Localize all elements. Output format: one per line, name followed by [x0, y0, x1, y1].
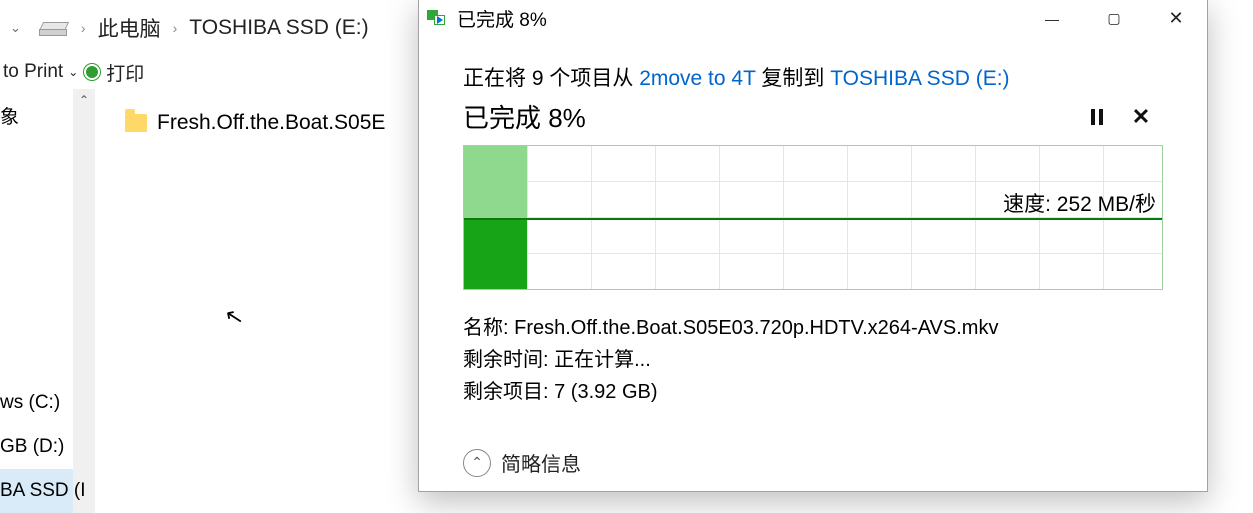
toolbar-print-button[interactable]: 打印 [103, 59, 147, 86]
copy-mid: 复制到 [756, 67, 831, 90]
cancel-button[interactable]: ✕ [1119, 99, 1163, 135]
copy-destination-link[interactable]: TOSHIBA SSD (E:) [830, 67, 1009, 90]
folder-icon [125, 114, 147, 132]
print-icon [84, 64, 100, 80]
chevron-down-icon[interactable]: ⌄ [66, 65, 84, 79]
breadcrumb-item-pc[interactable]: 此电脑 [94, 13, 165, 43]
speed-chart: 速度: 252 MB/秒 [463, 145, 1163, 290]
detail-value: 7 (3.92 GB) [554, 381, 657, 403]
detail-label: 剩余时间: [463, 349, 554, 371]
chevron-up-icon: ⌃ [463, 449, 491, 477]
progress-text: 已完成 8% [463, 98, 1075, 135]
dialog-title: 已完成 8% [457, 5, 547, 32]
minimize-icon: — [1045, 11, 1059, 27]
copy-description: 正在将 9 个项目从 2move to 4T 复制到 TOSHIBA SSD (… [463, 62, 1163, 92]
close-icon: ✕ [1168, 8, 1183, 29]
copy-prefix: 正在将 9 个项目从 [463, 67, 639, 90]
pause-button[interactable] [1075, 99, 1119, 135]
chevron-right-icon: › [165, 20, 186, 36]
chart-fill-upper [464, 146, 527, 218]
detail-value: 正在计算... [554, 349, 651, 371]
chevron-right-icon: › [73, 20, 94, 36]
close-button[interactable]: ✕ [1145, 0, 1207, 38]
detail-name: 名称: Fresh.Off.the.Boat.S05E03.720p.HDTV.… [463, 312, 1163, 344]
sidebar-item-label: GB (D:) [0, 436, 64, 458]
dialog-titlebar[interactable]: 已完成 8% — ▢ ✕ [419, 0, 1207, 38]
sidebar-item-drive-c[interactable]: ws (C:) [0, 381, 73, 425]
drive-icon [39, 22, 65, 34]
dialog-body: 正在将 9 个项目从 2move to 4T 复制到 TOSHIBA SSD (… [419, 38, 1207, 491]
detail-items-remaining: 剩余项目: 7 (3.92 GB) [463, 376, 1163, 408]
copy-progress-dialog: 已完成 8% — ▢ ✕ 正在将 9 个项目从 2move to 4T 复制到 … [418, 0, 1208, 492]
maximize-button[interactable]: ▢ [1083, 0, 1145, 38]
cancel-icon: ✕ [1132, 104, 1150, 130]
minimize-button[interactable]: — [1021, 0, 1083, 38]
sidebar-scrollbar[interactable]: ⌃ [73, 89, 95, 513]
mouse-cursor-icon: ↖ [222, 302, 245, 331]
copy-source-link[interactable]: 2move to 4T [639, 67, 755, 90]
pause-icon [1091, 109, 1103, 125]
sidebar-item-label: 象 [0, 102, 19, 129]
chart-fill-lower [464, 218, 527, 290]
copy-operation-icon [427, 10, 449, 28]
folder-name: Fresh.Off.the.Boat.S05E [157, 111, 385, 135]
speed-label: 速度: 252 MB/秒 [1003, 188, 1156, 218]
sidebar-item-label: ws (C:) [0, 392, 60, 414]
detail-label: 剩余项目: [463, 381, 554, 403]
detail-label: 名称: [463, 317, 514, 339]
sidebar-item-label: BA SSD (I [0, 480, 86, 502]
progress-row: 已完成 8% ✕ [463, 98, 1163, 135]
details-toggle-label: 简略信息 [501, 448, 581, 477]
sidebar-item-drive-d[interactable]: GB (D:) [0, 425, 73, 469]
list-item[interactable]: Fresh.Off.the.Boat.S05E [125, 111, 385, 135]
detail-time-remaining: 剩余时间: 正在计算... [463, 344, 1163, 376]
maximize-icon: ▢ [1107, 10, 1120, 27]
sidebar-item-drive-e[interactable]: BA SSD (I [0, 469, 73, 513]
detail-value: Fresh.Off.the.Boat.S05E03.720p.HDTV.x264… [514, 317, 998, 339]
details-toggle[interactable]: ⌃ 简略信息 [463, 448, 1163, 477]
breadcrumb-item-drive[interactable]: TOSHIBA SSD (E:) [185, 16, 372, 40]
toolbar-item-fragment[interactable]: to Print [0, 61, 66, 83]
sidebar: 象 ⌃ ws (C:) GB (D:) BA SSD (I [0, 89, 95, 513]
scroll-up-icon[interactable]: ⌃ [73, 89, 95, 111]
breadcrumb-caret-icon[interactable]: ⌄ [0, 20, 31, 36]
copy-details: 名称: Fresh.Off.the.Boat.S05E03.720p.HDTV.… [463, 312, 1163, 408]
